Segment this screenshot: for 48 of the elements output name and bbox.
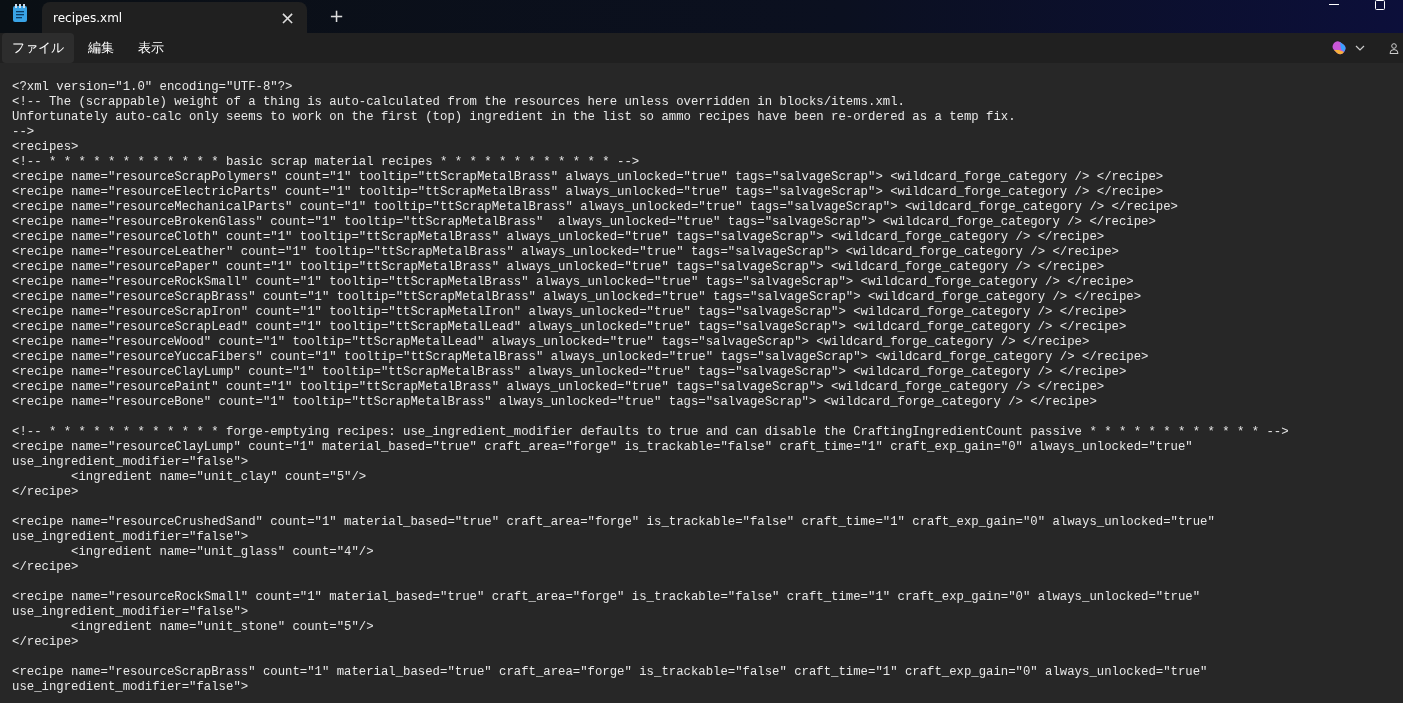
code-line: </recipe> [12, 560, 79, 575]
menu-item[interactable]: 表示 [128, 33, 174, 63]
code-line: </recipe> [12, 485, 79, 500]
code-line: <recipe name="resourceLeather" count="1" tooltip="ttScrapMetalBrass" always_unlocked="true" tags="salvageScrap"> <wildcard_forge_category /> </recipe> [12, 245, 1119, 260]
code-line: <recipe name="resourcePaper" count="1" tooltip="ttScrapMetalBrass" always_unlocked="true" tags="salvageScrap"> <wildcard_forge_category /> </recipe> [12, 260, 1105, 275]
code-line: <recipe name="resourceWood" count="1" tooltip="ttScrapMetalLead" always_unlocked="true" tags="salvageScrap"> <wildcard_forge_category /> </recipe> [12, 335, 1090, 350]
copilot-icon[interactable] [1331, 40, 1347, 56]
code-line: <recipe name="resourceRockSmall" count="1" material_based="true" craft_area="forge" is_trackable="false" craft_time="1" craft_exp_gain="0" always_unlocked="true" [12, 590, 1201, 605]
code-line: <recipe name="resourceScrapLead" count="1" tooltip="ttScrapMetalLead" always_unlocked="true" tags="salvageScrap"> <wildcard_forge_category /> </recipe> [12, 320, 1127, 335]
code-line: <!-- * * * * * * * * * * * * basic scrap material recipes * * * * * * * * * * * * --> [12, 155, 640, 170]
code-line: use_ingredient_modifier="false"> [12, 680, 249, 695]
code-line: Unfortunately auto-calc only seems to work on the first (top) ingredient in the list so ammo recipes have been re-ordered as a temp fix. [12, 110, 1016, 125]
code-line: <recipes> [12, 140, 79, 155]
code-line: <ingredient name="unit_glass" count="4"/> [70, 545, 374, 560]
document-tab[interactable]: recipes.xml × [42, 2, 307, 33]
code-line: <recipe name="resourceClayLump" count="1" tooltip="ttScrapMetalBrass" always_unlocked="true" tags="salvageScrap"> <wildcard_forge_category /> </recipe> [12, 365, 1127, 380]
code-line: <recipe name="resourceScrapBrass" count="1" tooltip="ttScrapMetalBrass" always_unlocked="true" tags="salvageScrap"> <wildcard_forge_category /> </recipe> [12, 290, 1142, 305]
code-line: </recipe> [12, 635, 79, 650]
code-line: <!-- The (scrappable) weight of a thing is auto-calculated from the resources here unless overridden in blocks/items.xml. [12, 95, 905, 110]
account-icon[interactable] [1389, 42, 1399, 54]
code-line: <recipe name="resourceBone" count="1" tooltip="ttScrapMetalBrass" always_unlocked="true" tags="salvageScrap"> <wildcard_forge_category /> </recipe> [12, 395, 1097, 410]
code-line: <recipe name="resourceScrapPolymers" count="1" tooltip="ttScrapMetalBrass" always_unlocked="true" tags="salvageScrap"> <wildcard_forge_category /> </recipe> [12, 170, 1164, 185]
code-line: <recipe name="resourceRockSmall" count="1" tooltip="ttScrapMetalBrass" always_unlocked="true" tags="salvageScrap"> <wildcard_forge_category /> </recipe> [12, 275, 1134, 290]
code-line: --> [12, 125, 35, 140]
code-line: <recipe name="resourceClayLump" count="1" material_based="true" craft_area="forge" is_trackable="false" craft_time="1" craft_exp_gain="0" always_unlocked="true" [12, 440, 1193, 455]
code-line: <ingredient name="unit_clay" count="5"/> [70, 470, 367, 485]
code-line: <recipe name="resourceMechanicalParts" count="1" tooltip="ttScrapMetalBrass" always_unlocked="true" tags="salvageScrap"> <wildcard_forge_category /> </recipe> [12, 200, 1178, 215]
menu-item[interactable]: ファイル [2, 33, 74, 63]
code-line: use_ingredient_modifier="false"> [12, 455, 249, 470]
code-line: <?xml version="1.0" encoding="UTF-8"?> [12, 80, 293, 95]
code-line: <recipe name="resourceCrushedSand" count="1" material_based="true" craft_area="forge" is_trackable="false" craft_time="1" craft_exp_gain="0" always_unlocked="true" [12, 515, 1215, 530]
code-line: <recipe name="resourceBrokenGlass" count="1" tooltip="ttScrapMetalBrass" always_unlocked="true" tags="salvageScrap"> <wildcard_forge_category /> </recipe> [12, 215, 1156, 230]
notepad-icon [12, 4, 28, 22]
menu-item[interactable]: 編集 [78, 33, 124, 63]
code-line: <recipe name="resourcePaint" count="1" tooltip="ttScrapMetalBrass" always_unlocked="true" tags="salvageScrap"> <wildcard_forge_category /> </recipe> [12, 380, 1105, 395]
code-line: use_ingredient_modifier="false"> [12, 530, 249, 545]
code-line: <recipe name="resourceScrapIron" count="1" tooltip="ttScrapMetalIron" always_unlocked="true" tags="salvageScrap"> <wildcard_forge_category /> </recipe> [12, 305, 1127, 320]
code-line: use_ingredient_modifier="false"> [12, 605, 249, 620]
chevron-down-icon[interactable] [1355, 45, 1365, 51]
new-tab-button[interactable]: + [323, 2, 351, 28]
code-line: <!-- * * * * * * * * * * * * forge-emptying recipes: use_ingredient_modifier defaults to true and can disable the CraftingIngredientCount passive * * * * * * * * * * * * --> [12, 425, 1289, 440]
code-line: <ingredient name="unit_stone" count="5"/> [70, 620, 374, 635]
code-line: <recipe name="resourceCloth" count="1" tooltip="ttScrapMetalBrass" always_unlocked="true" tags="salvageScrap"> <wildcard_forge_category /> </recipe> [12, 230, 1105, 245]
code-line: <recipe name="resourceYuccaFibers" count="1" tooltip="ttScrapMetalBrass" always_unlocked="true" tags="salvageScrap"> <wildcard_forge_category /> </recipe> [12, 350, 1149, 365]
maximize-icon[interactable] [1375, 0, 1385, 10]
close-tab-button[interactable]: × [275, 7, 299, 28]
code-line: <recipe name="resourceElectricParts" count="1" tooltip="ttScrapMetalBrass" always_unlocked="true" tags="salvageScrap"> <wildcard_forge_category /> </recipe> [12, 185, 1164, 200]
code-line: <recipe name="resourceScrapBrass" count="1" material_based="true" craft_area="forge" is_trackable="false" craft_time="1" craft_exp_gain="0" always_unlocked="true" [12, 665, 1208, 680]
